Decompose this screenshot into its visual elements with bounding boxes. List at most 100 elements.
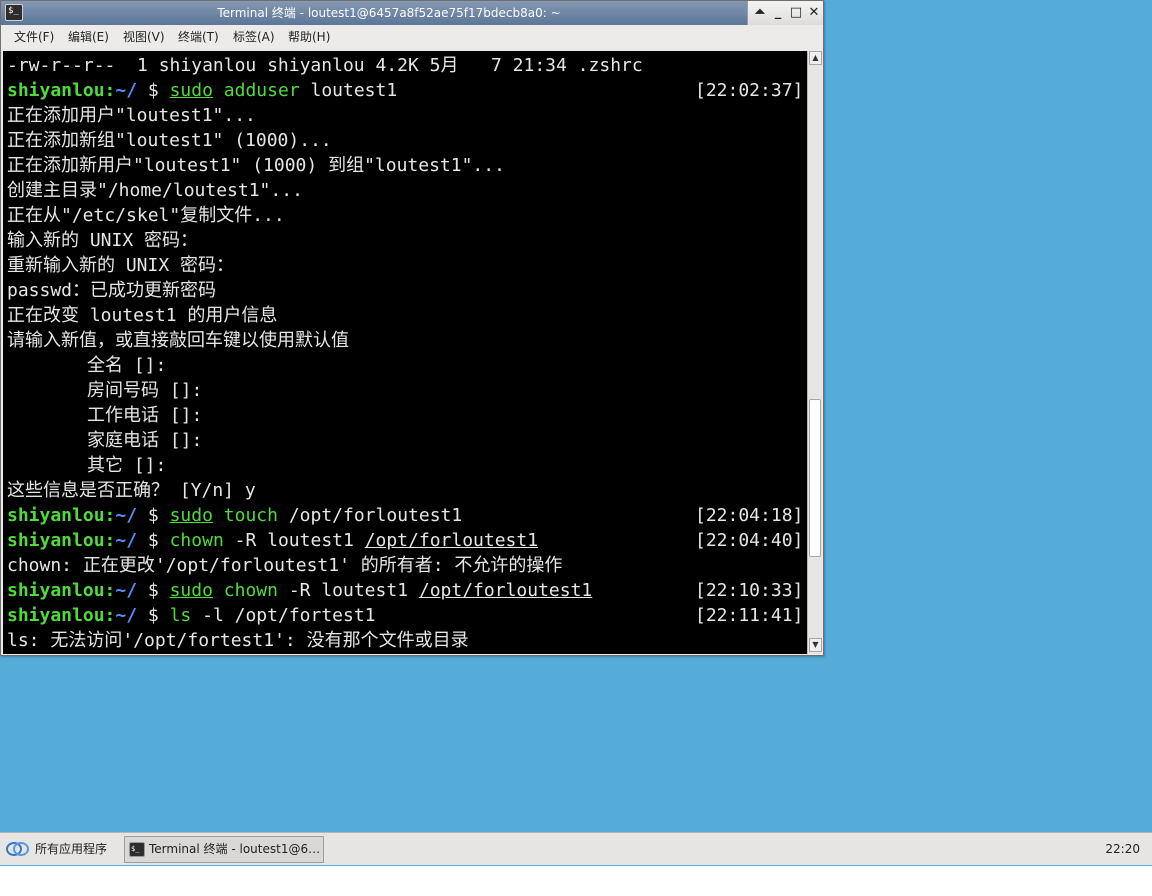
output-line: ls: 无法访问'/opt/fortest1': 没有那个文件或目录 — [7, 630, 469, 651]
scroll-down-icon[interactable]: ▼ — [809, 638, 822, 652]
command-token: sudo — [169, 580, 213, 601]
prompt-line: shiyanlou:~/ $ sudo touch /opt/forloutes… — [7, 503, 807, 528]
command-token: loutest1 — [299, 80, 398, 101]
prompt-line: shiyanlou:~/ $ sudo chown -R loutest1 /o… — [7, 578, 807, 603]
minimize-button[interactable]: _ — [770, 5, 786, 21]
command-token — [213, 80, 224, 101]
scrollbar-thumb[interactable] — [809, 399, 821, 557]
output-line: 请输入新值，或直接敲回车键以使用默认值 — [7, 330, 349, 351]
prompt-colon: : — [104, 605, 116, 626]
output-line: 正在添加新用户"loutest1" (1000) 到组"loutest1"... — [7, 155, 505, 176]
applications-logo-icon — [6, 842, 29, 856]
output-text: 工作电话 []: — [87, 405, 203, 426]
output-text: 其它 []: — [87, 455, 167, 476]
output-line: -rw-r--r-- 1 shiyanlou shiyanlou 4.2K 5月… — [7, 55, 643, 76]
command-token: sudo — [169, 80, 213, 101]
menu-tabs[interactable]: 标签(A) — [233, 25, 275, 50]
menu-edit[interactable]: 编辑(E) — [68, 25, 109, 50]
output-line: 正在添加新组"loutest1" (1000)... — [7, 130, 332, 151]
command-token: adduser — [223, 80, 300, 101]
prompt-symbol: $ — [137, 530, 170, 551]
terminal-output[interactable]: -rw-r--r-- 1 shiyanlou shiyanlou 4.2K 5月… — [3, 51, 807, 654]
output-line: passwd：已成功更新密码 — [7, 280, 217, 301]
command-timestamp: [22:11:41] — [695, 605, 804, 626]
prompt-line: shiyanlou:~/ $ ls -l /opt/fortest1 [22:11… — [7, 603, 807, 628]
prompt-path: ~/ — [115, 580, 138, 601]
command-timestamp: [22:04:18] — [695, 505, 804, 526]
prompt-user: shiyanlou — [7, 530, 105, 551]
prompt-user: shiyanlou — [7, 580, 105, 601]
terminal-scrollbar[interactable]: ▲ ▼ — [807, 51, 822, 654]
prompt-colon: : — [104, 80, 116, 101]
command-timestamp: [22:02:37] — [695, 80, 804, 101]
prompt-path: ~/ — [115, 80, 138, 101]
command-timestamp: [22:04:40] — [695, 530, 804, 551]
prompt-line: shiyanlou:~/ $ sudo adduser loutest1 [22:… — [7, 78, 807, 103]
menu-view[interactable]: 视图(V) — [123, 25, 165, 50]
command-token: sudo — [169, 505, 213, 526]
applications-menu-label: 所有应用程序 — [35, 842, 108, 856]
command-token: ls — [169, 605, 192, 626]
output-line: 全名 []: — [7, 353, 807, 378]
command-token: /opt/forloutest1 — [364, 530, 539, 551]
prompt-symbol: $ — [137, 605, 170, 626]
window-controls: ⏶ _ □ ✕ — [747, 1, 823, 25]
applications-menu-button[interactable]: 所有应用程序 — [4, 836, 118, 862]
output-text: 全名 []: — [87, 355, 167, 376]
command-token — [213, 580, 224, 601]
prompt-symbol: $ — [137, 580, 170, 601]
prompt-colon: : — [104, 505, 116, 526]
prompt-path: ~/ — [115, 605, 138, 626]
prompt-symbol: $ — [137, 505, 170, 526]
command-token: -R loutest1 — [223, 530, 365, 551]
prompt-symbol: $ — [137, 80, 170, 101]
prompt-colon: : — [104, 530, 116, 551]
menu-bar: 文件(F) 编辑(E) 视图(V) 终端(T) 标签(A) 帮助(H) — [1, 25, 823, 50]
output-line: 重新输入新的 UNIX 密码： — [7, 255, 235, 276]
close-button[interactable]: ✕ — [806, 5, 822, 21]
output-line: 家庭电话 []: — [7, 428, 807, 453]
taskbar-terminal-label: Terminal 终端 - loutest1@6… — [149, 842, 321, 856]
output-line: 其它 []: — [7, 453, 807, 478]
output-line: 输入新的 UNIX 密码： — [7, 230, 199, 251]
prompt-user: shiyanlou — [7, 605, 105, 626]
output-line: 工作电话 []: — [7, 403, 807, 428]
window-titlebar[interactable]: $_ Terminal 终端 - loutest1@6457a8f52ae75f… — [1, 1, 823, 25]
output-text: 家庭电话 []: — [87, 430, 203, 451]
menu-terminal[interactable]: 终端(T) — [178, 25, 219, 50]
taskbar-terminal-button[interactable]: $_ Terminal 终端 - loutest1@6… — [124, 836, 324, 863]
prompt-user: shiyanlou — [7, 505, 105, 526]
screen-bottom-strip — [0, 866, 1152, 896]
output-line: 正在添加用户"loutest1"... — [7, 105, 256, 126]
maximize-button[interactable]: □ — [788, 5, 804, 21]
prompt-line: shiyanlou:~/ $ chown -R loutest1 /opt/fo… — [7, 528, 807, 553]
command-token: -R loutest1 — [277, 580, 419, 601]
output-line: 房间号码 []: — [7, 378, 807, 403]
prompt-path: ~/ — [115, 530, 138, 551]
command-timestamp: [22:10:33] — [695, 580, 804, 601]
terminal-icon: $_ — [129, 842, 145, 857]
output-line: 正在从"/etc/skel"复制文件... — [7, 205, 285, 226]
scroll-up-icon[interactable]: ▲ — [809, 51, 822, 65]
command-token: /opt/forloutest1 — [277, 505, 463, 526]
menu-help[interactable]: 帮助(H) — [288, 25, 330, 50]
prompt-colon: : — [104, 580, 116, 601]
command-token — [213, 505, 224, 526]
clock[interactable]: 22:20 — [1105, 833, 1140, 866]
output-text: 房间号码 []: — [87, 380, 203, 401]
command-token: chown — [169, 530, 224, 551]
prompt-user: shiyanlou — [7, 80, 105, 101]
output-line: 正在改变 loutest1 的用户信息 — [7, 305, 278, 326]
window-title: Terminal 终端 - loutest1@6457a8f52ae75f17b… — [217, 6, 561, 20]
shade-icon[interactable]: ⏶ — [752, 5, 768, 21]
output-line: chown: 正在更改'/opt/forloutest1' 的所有者: 不允许的… — [7, 555, 563, 576]
menu-file[interactable]: 文件(F) — [14, 25, 54, 50]
command-token: touch — [223, 505, 278, 526]
taskbar: 所有应用程序 $_ Terminal 终端 - loutest1@6… 22:2… — [0, 832, 1152, 865]
output-line: 这些信息是否正确？ [Y/n] y — [7, 480, 256, 501]
output-line: 创建主目录"/home/loutest1"... — [7, 180, 303, 201]
terminal-window[interactable]: $ _ Terminal 终端 - loutest1@6457a8f52ae75f… — [0, 0, 824, 656]
command-token: chown — [223, 580, 278, 601]
command-token: /opt/forloutest1 — [418, 580, 593, 601]
command-token: -l /opt/fortest1 — [191, 605, 376, 626]
